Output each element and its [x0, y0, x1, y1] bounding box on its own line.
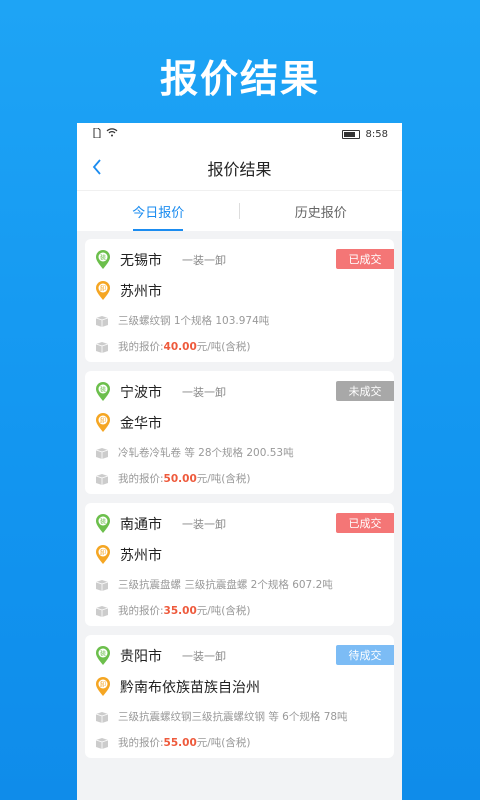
quote-unit: 元/吨(含税)	[196, 737, 251, 749]
price-box-icon	[95, 341, 109, 353]
goods-box-icon	[95, 579, 109, 591]
quote-price: 35.00	[163, 605, 197, 617]
unload-pin-icon: 卸	[96, 413, 110, 432]
origin-city: 贵阳市	[120, 649, 162, 665]
goods-box-icon	[95, 447, 109, 459]
tab-bar: 今日报价 历史报价	[77, 190, 402, 231]
quote-price: 55.00	[163, 737, 197, 749]
unload-pin-label: 卸	[100, 549, 106, 557]
load-mode: 一装一卸	[182, 650, 226, 663]
origin-city: 宁波市	[120, 385, 162, 401]
my-quote: 我的报价:55.00元/吨(含税)	[118, 735, 251, 750]
price-box-icon	[95, 473, 109, 485]
nav-bar: 报价结果	[77, 145, 402, 190]
origin-city: 无锡市	[120, 253, 162, 269]
destination-city: 金华市	[120, 416, 162, 432]
status-badge: 未成交	[336, 381, 394, 401]
load-pin-label: 装	[100, 386, 106, 394]
goods-box-icon	[95, 711, 109, 723]
quote-prefix: 我的报价:	[118, 737, 164, 749]
tab-history[interactable]: 历史报价	[240, 191, 403, 231]
back-arrow-icon[interactable]	[87, 157, 107, 177]
unload-pin-icon: 卸	[96, 281, 110, 300]
sim-icon	[93, 127, 101, 141]
phone-screen: 8:58 报价结果 今日报价 历史报价 装 无锡市 一装一卸 已成交 卸 苏州市…	[77, 123, 402, 800]
status-badge: 已成交	[336, 513, 394, 533]
my-quote: 我的报价:50.00元/吨(含税)	[118, 471, 251, 486]
load-pin-label: 装	[100, 254, 106, 262]
status-bar: 8:58	[77, 123, 402, 145]
unload-pin-label: 卸	[100, 417, 106, 425]
unload-pin-label: 卸	[100, 285, 106, 293]
status-badge: 待成交	[336, 645, 394, 665]
load-pin-icon: 装	[96, 382, 110, 401]
battery-icon	[341, 129, 360, 139]
load-mode: 一装一卸	[182, 254, 226, 267]
load-mode: 一装一卸	[182, 518, 226, 531]
tab-today[interactable]: 今日报价	[77, 191, 240, 231]
unload-pin-label: 卸	[100, 681, 106, 689]
quote-card[interactable]: 装 宁波市 一装一卸 未成交 卸 金华市 冷轧卷冷轧卷 等 28个规格 200.…	[85, 371, 394, 494]
goods-box-icon	[95, 315, 109, 327]
unload-pin-icon: 卸	[96, 545, 110, 564]
quote-card[interactable]: 装 南通市 一装一卸 已成交 卸 苏州市 三级抗震盘螺 三级抗震盘螺 2个规格 …	[85, 503, 394, 626]
status-badge: 已成交	[336, 249, 394, 269]
load-pin-icon: 装	[96, 250, 110, 269]
price-box-icon	[95, 737, 109, 749]
quote-unit: 元/吨(含税)	[196, 473, 251, 485]
hero-title: 报价结果	[159, 57, 320, 101]
page-title: 报价结果	[207, 159, 272, 179]
my-quote: 我的报价:35.00元/吨(含税)	[118, 603, 251, 618]
load-pin-icon: 装	[96, 514, 110, 533]
unload-pin-icon: 卸	[96, 677, 110, 696]
clock-time: 8:58	[365, 128, 388, 140]
goods-summary: 三级抗震螺纹钢三级抗震螺纹钢 等 6个规格 78吨	[118, 711, 348, 723]
quote-unit: 元/吨(含税)	[196, 341, 251, 353]
goods-summary: 三级抗震盘螺 三级抗震盘螺 2个规格 607.2吨	[118, 579, 333, 591]
destination-city: 苏州市	[120, 284, 162, 300]
my-quote: 我的报价:40.00元/吨(含税)	[118, 339, 251, 354]
load-pin-label: 装	[100, 650, 106, 658]
load-mode: 一装一卸	[182, 386, 226, 399]
goods-summary: 冷轧卷冷轧卷 等 28个规格 200.53吨	[118, 447, 294, 459]
load-pin-label: 装	[100, 518, 106, 526]
quote-prefix: 我的报价:	[118, 605, 164, 617]
load-pin-icon: 装	[96, 646, 110, 665]
destination-city: 苏州市	[120, 548, 162, 564]
quote-list: 装 无锡市 一装一卸 已成交 卸 苏州市 三级螺纹钢 1个规格 103.974吨	[77, 231, 402, 758]
quote-price: 50.00	[163, 473, 197, 485]
quote-unit: 元/吨(含税)	[196, 605, 251, 617]
origin-city: 南通市	[120, 517, 162, 533]
quote-card[interactable]: 装 无锡市 一装一卸 已成交 卸 苏州市 三级螺纹钢 1个规格 103.974吨	[85, 239, 394, 362]
quote-price: 40.00	[163, 341, 197, 353]
price-box-icon	[95, 605, 109, 617]
wifi-icon	[106, 128, 118, 140]
destination-city: 黔南布依族苗族自治州	[120, 680, 260, 696]
quote-prefix: 我的报价:	[118, 341, 164, 353]
quote-prefix: 我的报价:	[118, 473, 164, 485]
quote-card[interactable]: 装 贵阳市 一装一卸 待成交 卸 黔南布依族苗族自治州 三级抗震螺纹钢三级抗震螺…	[85, 635, 394, 758]
goods-summary: 三级螺纹钢 1个规格 103.974吨	[118, 315, 270, 327]
